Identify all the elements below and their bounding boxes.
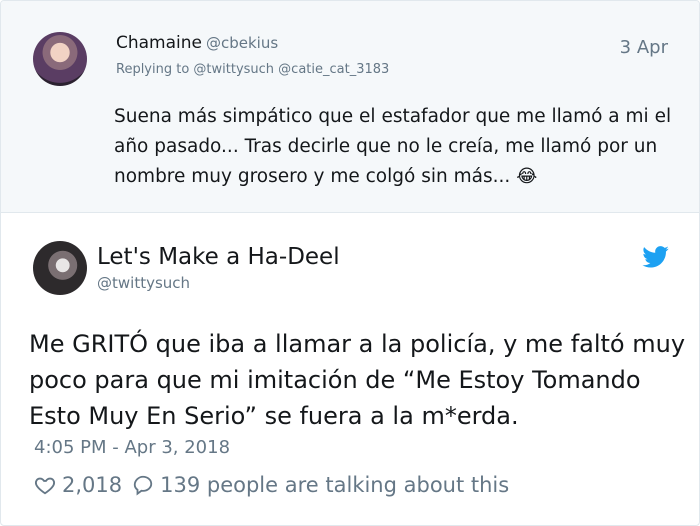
tweet-timestamp[interactable]: 4:05 PM - Apr 3, 2018 bbox=[34, 437, 230, 458]
twitter-bird-icon[interactable] bbox=[642, 246, 669, 268]
talking-count[interactable]: 139 people are talking about this bbox=[160, 473, 509, 497]
tweet-actions: 2,018 139 people are talking about this bbox=[34, 471, 509, 499]
reply-author-handle[interactable]: @cbekius bbox=[206, 34, 278, 52]
speech-bubble-icon[interactable] bbox=[132, 474, 154, 496]
tweet-avatar[interactable] bbox=[33, 241, 87, 295]
reply-date[interactable]: 3 Apr bbox=[620, 37, 668, 58]
reply-tweet: Chamaine @cbekius 3 Apr Replying to @twit… bbox=[1, 1, 699, 213]
tweet-embed: Chamaine @cbekius 3 Apr Replying to @twit… bbox=[0, 0, 700, 526]
reply-avatar[interactable] bbox=[33, 32, 87, 86]
reply-author: Chamaine @cbekius bbox=[116, 33, 278, 53]
reply-author-name[interactable]: Chamaine bbox=[116, 33, 202, 53]
tweet-author-handle[interactable]: @twittysuch bbox=[97, 274, 190, 292]
reply-text: Suena más simpático que el estafador que… bbox=[114, 106, 672, 187]
replying-to: Replying to @twittysuch @catie_cat_3183 bbox=[116, 62, 390, 77]
tweet-text: Me GRITÓ que iba a llamar a la policía, … bbox=[29, 330, 686, 430]
reply-body: Suena más simpático que el estafador que… bbox=[114, 102, 684, 192]
tweet-author-name[interactable]: Let's Make a Ha-Deel bbox=[97, 244, 340, 270]
heart-icon[interactable] bbox=[34, 474, 56, 496]
like-count[interactable]: 2,018 bbox=[62, 473, 122, 497]
laughing-emoji-icon: 😂 bbox=[516, 166, 538, 187]
